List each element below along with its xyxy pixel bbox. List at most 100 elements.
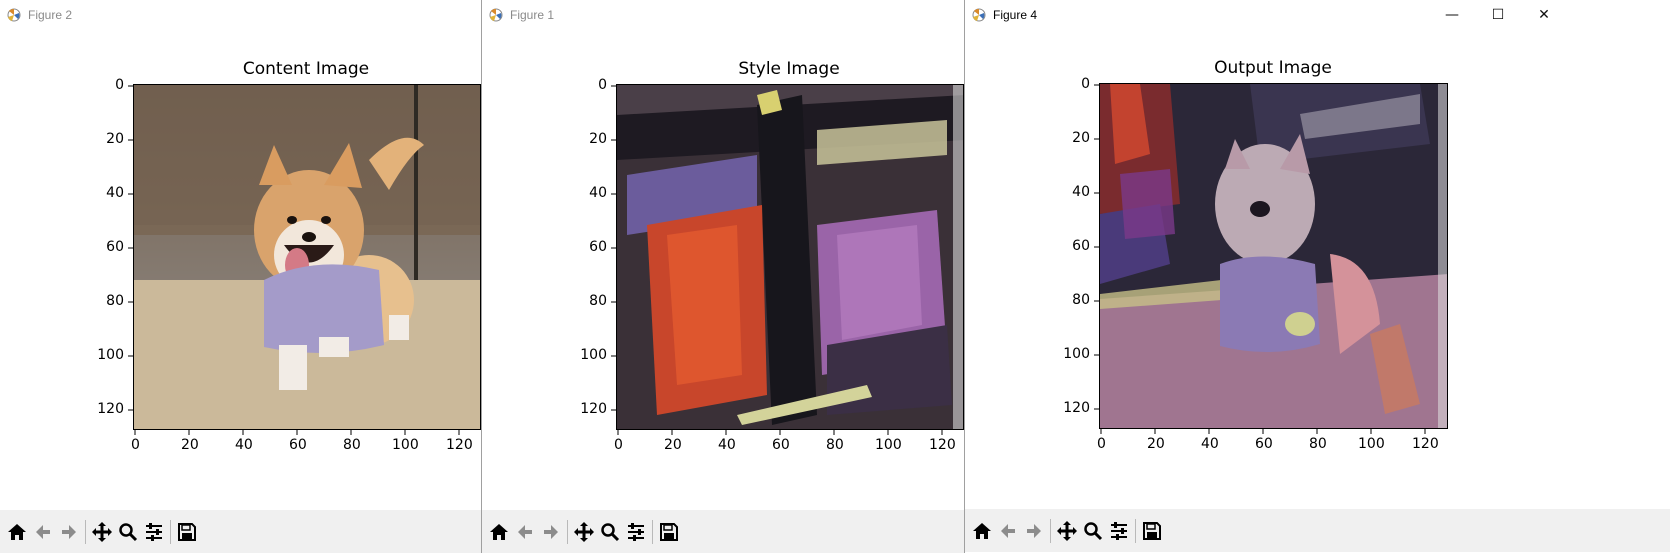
y-tick-label: 80 [106, 293, 124, 309]
figure-window: Figure 4 — ☐ ✕ Output Image 0 20 40 60 8… [965, 0, 1670, 553]
save-button[interactable] [656, 518, 682, 546]
x-tick-label: 0 [614, 437, 623, 453]
x-tick-label: 40 [718, 437, 736, 453]
configure-subplots-button[interactable] [1106, 517, 1132, 545]
y-tick-label: 100 [1063, 346, 1090, 362]
content-image [134, 85, 480, 429]
save-icon [178, 522, 196, 541]
title-bar[interactable]: Figure 2 [0, 0, 481, 30]
plot-title: Style Image [738, 59, 840, 79]
output-image [1100, 84, 1447, 428]
x-tick-label: 0 [1097, 436, 1106, 452]
x-tick-label: 20 [181, 437, 199, 453]
window-title: Figure 1 [510, 8, 555, 22]
forward-button[interactable] [56, 518, 82, 546]
close-button[interactable]: ✕ [1521, 0, 1567, 30]
back-button[interactable] [512, 518, 538, 546]
zoom-button[interactable] [1080, 517, 1106, 545]
window-title: Figure 4 [993, 8, 1038, 22]
x-tick-label: 80 [1309, 436, 1327, 452]
x-tick-label: 60 [1255, 436, 1273, 452]
forward-button[interactable] [538, 518, 564, 546]
home-icon [490, 523, 508, 540]
x-tick-label: 100 [1358, 436, 1385, 452]
pan-button[interactable] [89, 518, 115, 546]
toolbar-separator [85, 519, 86, 544]
title-bar[interactable]: Figure 4 — ☐ ✕ [965, 0, 1670, 30]
figure-window: Figure 1 Style Image 0 20 40 60 80 100 1… [482, 0, 964, 553]
forward-button[interactable] [1021, 517, 1047, 545]
maximize-icon: ☐ [1491, 7, 1505, 23]
x-tick-label: 20 [664, 437, 682, 453]
forward-arrow-icon [544, 524, 558, 539]
y-tick-label: 60 [106, 239, 124, 255]
save-icon [660, 522, 678, 541]
x-tick-label: 0 [131, 437, 140, 453]
matplotlib-app-icon [972, 8, 986, 22]
y-tick-label: 40 [1072, 184, 1090, 200]
minimize-icon: — [1445, 7, 1459, 23]
pan-button[interactable] [571, 518, 597, 546]
toolbar-separator [1135, 518, 1136, 543]
x-tick-label: 60 [772, 437, 790, 453]
figure-window: Figure 2 Content Image 0 20 40 60 80 100… [0, 0, 481, 553]
x-tick-label: 100 [875, 437, 902, 453]
y-tick-label: 0 [115, 77, 124, 93]
x-tick-label: 80 [826, 437, 844, 453]
zoom-button[interactable] [597, 518, 623, 546]
back-button[interactable] [995, 517, 1021, 545]
matplotlib-app-icon [7, 8, 21, 22]
configure-subplots-icon [146, 522, 162, 541]
configure-subplots-button[interactable] [141, 518, 167, 546]
image-axes[interactable] [1099, 83, 1448, 429]
x-tick-label: 80 [343, 437, 361, 453]
home-icon [973, 522, 991, 539]
y-tick-label: 40 [589, 185, 607, 201]
pan-icon [574, 521, 594, 542]
home-button[interactable] [969, 517, 995, 545]
pan-button[interactable] [1054, 517, 1080, 545]
home-button[interactable] [486, 518, 512, 546]
configure-subplots-icon [628, 522, 644, 541]
window-controls: — ☐ ✕ [1429, 0, 1567, 30]
close-icon: ✕ [1538, 7, 1550, 23]
image-axes[interactable] [616, 84, 964, 430]
save-button[interactable] [1139, 517, 1165, 545]
x-tick-label: 120 [929, 437, 956, 453]
zoom-icon [601, 522, 620, 541]
y-tick-label: 20 [1072, 130, 1090, 146]
save-button[interactable] [174, 518, 200, 546]
y-tick-label: 120 [580, 401, 607, 417]
matplotlib-app-icon [489, 8, 503, 22]
y-tick-label: 120 [1063, 400, 1090, 416]
back-button[interactable] [30, 518, 56, 546]
toolbar-separator [170, 519, 171, 544]
zoom-icon [1084, 521, 1103, 540]
back-arrow-icon [1001, 523, 1015, 538]
x-tick-label: 100 [392, 437, 419, 453]
y-tick-label: 100 [97, 347, 124, 363]
navigation-toolbar [482, 510, 964, 553]
navigation-toolbar [965, 509, 1670, 552]
y-tick-label: 0 [598, 77, 607, 93]
title-bar[interactable]: Figure 1 [482, 0, 964, 30]
maximize-button[interactable]: ☐ [1475, 0, 1521, 30]
y-tick-label: 60 [589, 239, 607, 255]
toolbar-separator [567, 519, 568, 544]
y-tick-label: 100 [580, 347, 607, 363]
image-axes[interactable] [133, 84, 481, 430]
home-button[interactable] [4, 518, 30, 546]
zoom-icon [119, 522, 138, 541]
back-arrow-icon [518, 524, 532, 539]
zoom-button[interactable] [115, 518, 141, 546]
minimize-button[interactable]: — [1429, 0, 1475, 30]
pan-icon [1057, 520, 1077, 541]
save-icon [1143, 521, 1161, 540]
x-tick-label: 120 [1412, 436, 1439, 452]
configure-subplots-button[interactable] [623, 518, 649, 546]
y-tick-label: 120 [97, 401, 124, 417]
plot-title: Output Image [1214, 58, 1332, 78]
y-tick-label: 60 [1072, 238, 1090, 254]
x-tick-label: 40 [1201, 436, 1219, 452]
style-image [617, 85, 963, 429]
